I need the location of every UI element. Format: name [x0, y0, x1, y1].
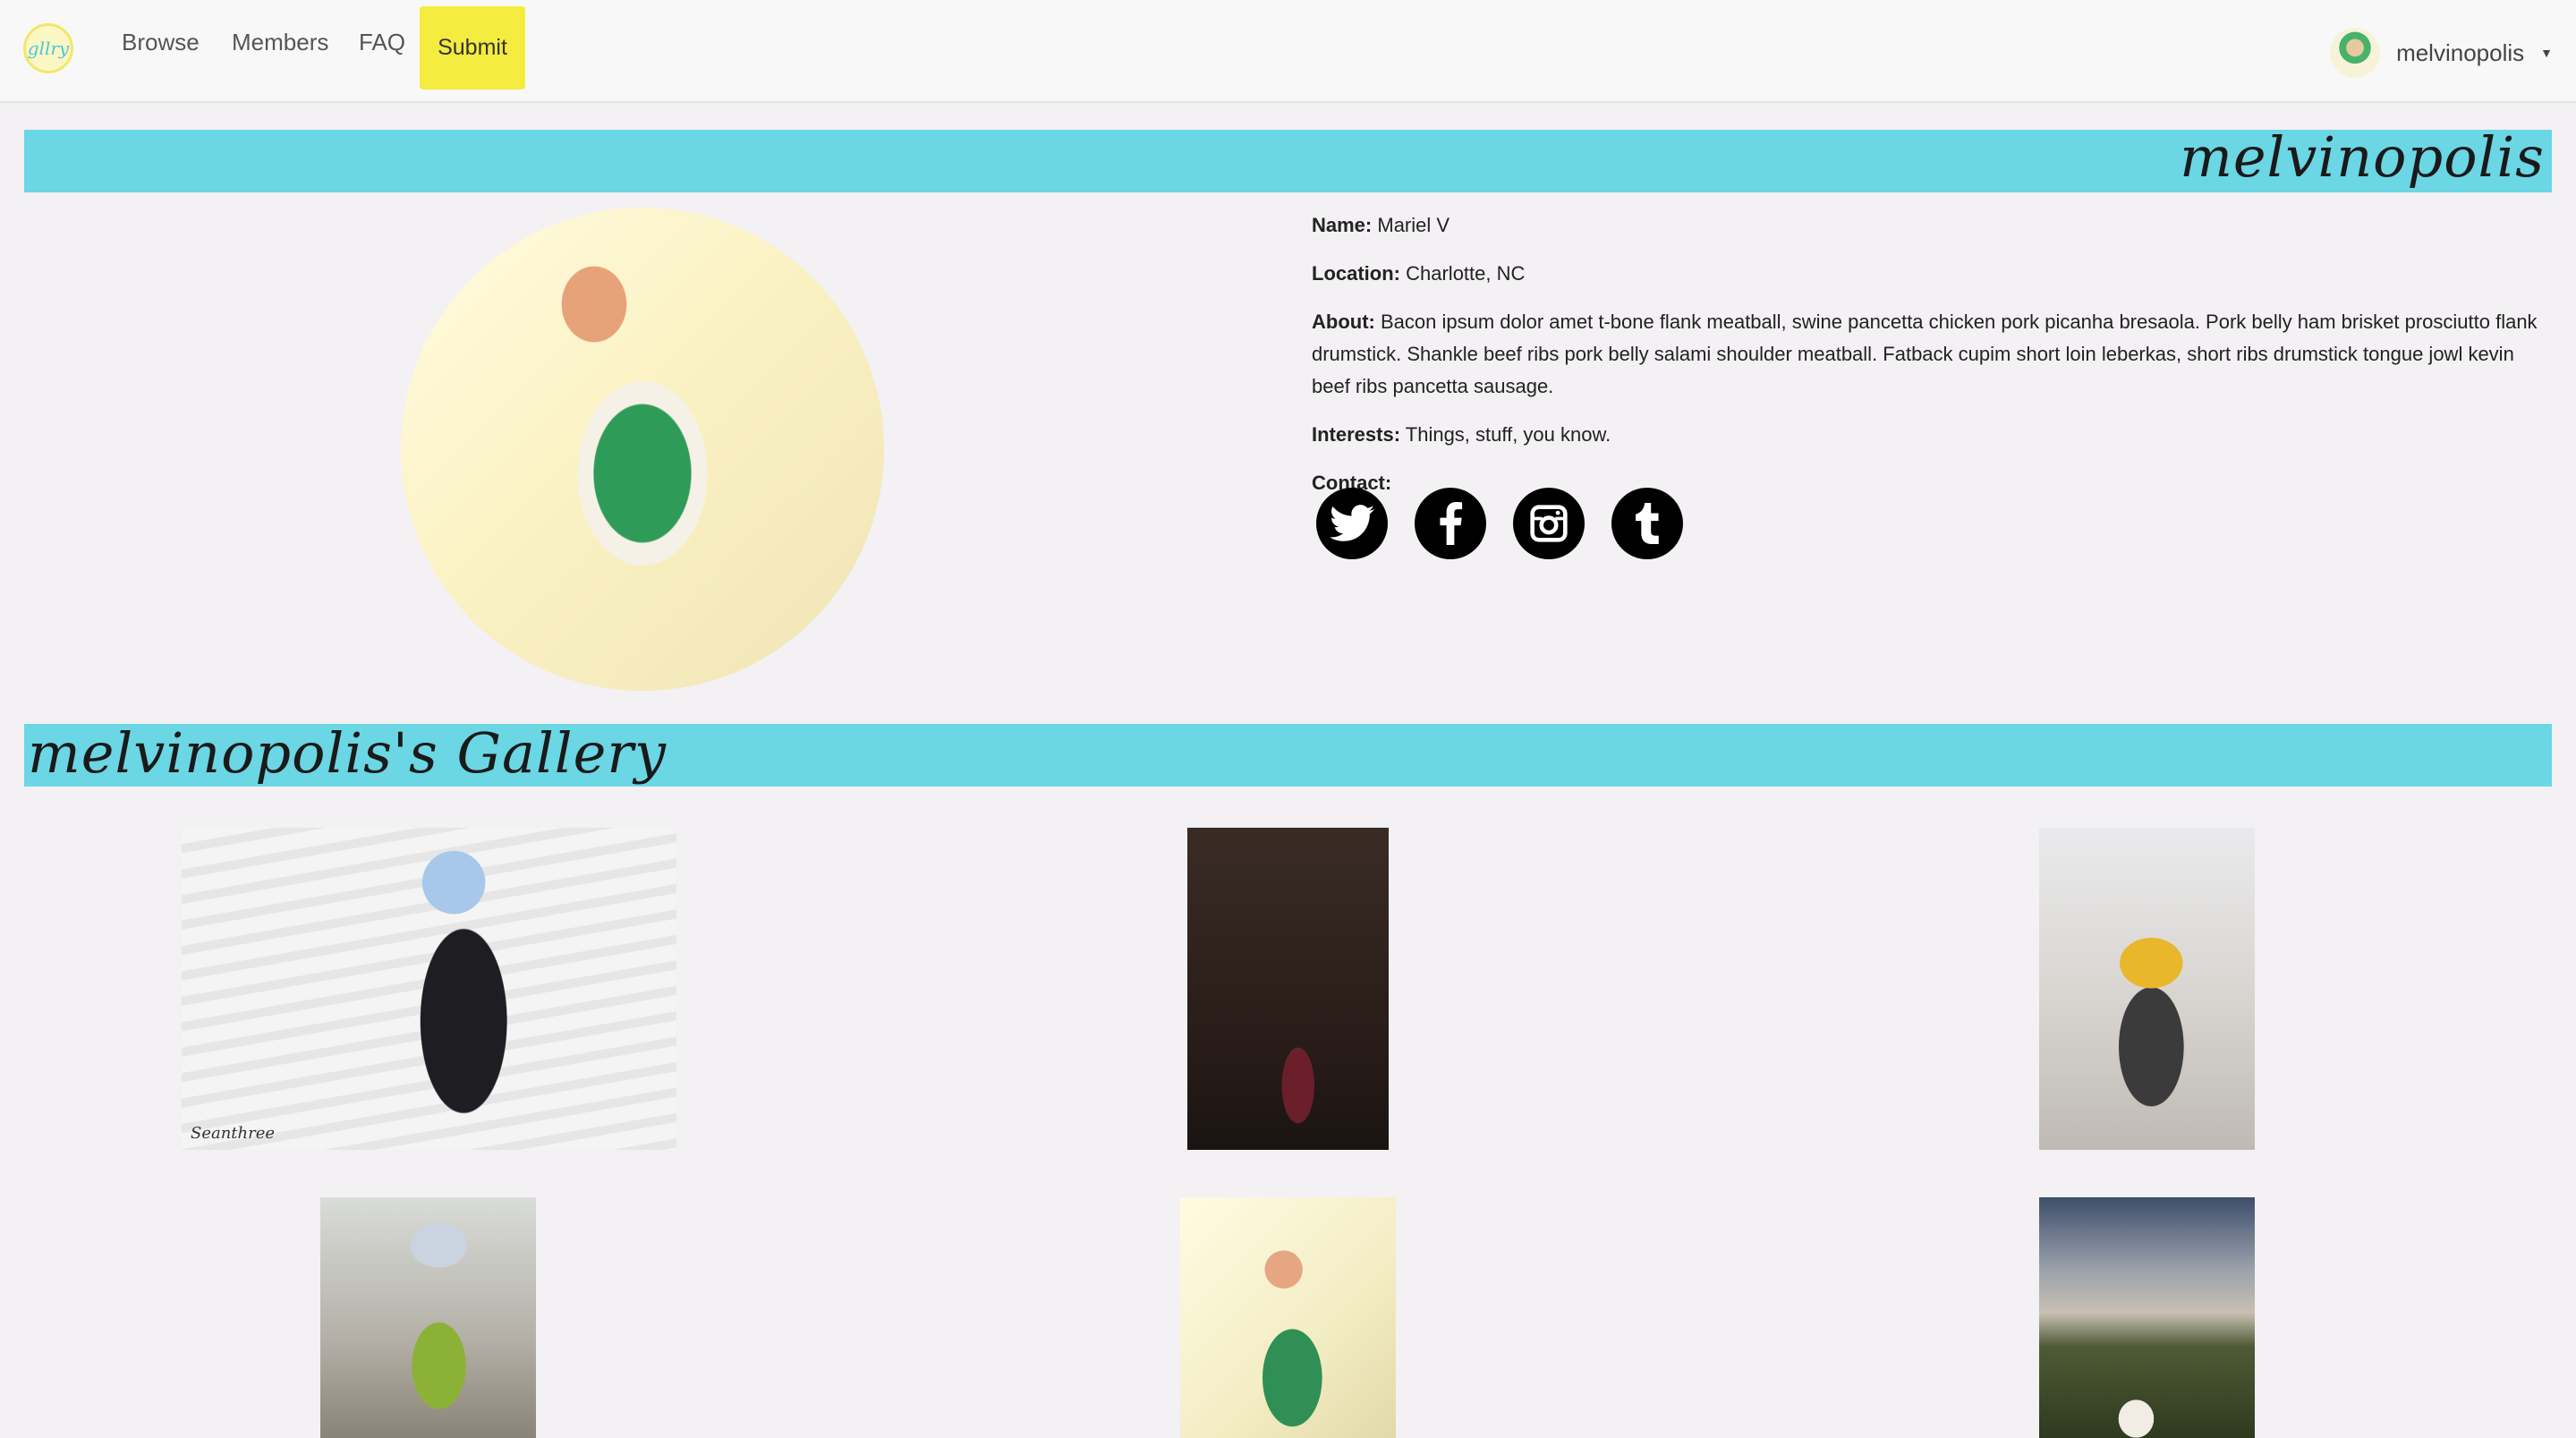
user-menu-dropdown[interactable]: melvinopolis ▼	[2330, 27, 2553, 79]
gallery-photo-3[interactable]	[2039, 828, 2255, 1150]
gallery-photo-4[interactable]	[320, 1197, 536, 1438]
interests-value: Things, stuff, you know.	[1405, 423, 1611, 446]
facebook-icon[interactable]	[1415, 488, 1486, 559]
user-name: melvinopolis	[2396, 38, 2525, 66]
caret-down-icon: ▼	[2540, 46, 2553, 60]
user-avatar	[2330, 28, 2381, 78]
location-row: Location: Charlotte, NC	[1312, 258, 2538, 290]
gallery-photo-1[interactable]: Seanthree	[182, 828, 676, 1150]
logo-text: gllry	[27, 38, 70, 59]
interests-label: Interests:	[1312, 423, 1401, 446]
submit-button-label: Submit	[438, 35, 507, 60]
gallery-banner-title: melvinopolis's Gallery	[28, 720, 667, 786]
tumblr-icon[interactable]	[1611, 488, 1683, 559]
about-value: Bacon ipsum dolor amet t-bone flank meat…	[1312, 311, 2538, 397]
gallery-photo-2[interactable]	[1187, 828, 1389, 1150]
top-navbar: gllry Browse Members FAQ Submit melvinop…	[0, 0, 2576, 103]
nav-browse-link[interactable]: Browse	[122, 29, 200, 56]
social-links	[1316, 488, 1683, 559]
profile-banner: melvinopolis	[24, 124, 2552, 192]
about-label: About:	[1312, 311, 1375, 333]
nav-faq-link[interactable]: FAQ	[359, 29, 405, 56]
gallery-photo-6[interactable]	[2039, 1197, 2255, 1438]
location-value: Charlotte, NC	[1406, 262, 1526, 285]
name-label: Name:	[1312, 214, 1373, 236]
profile-details: Name: Mariel V Location: Charlotte, NC A…	[1312, 209, 2538, 515]
photo-watermark: Seanthree	[191, 1124, 276, 1143]
gallery-banner: melvinopolis's Gallery	[24, 720, 2552, 787]
site-logo[interactable]: gllry	[23, 23, 73, 73]
nav-members-link[interactable]: Members	[232, 29, 328, 56]
about-row: About: Bacon ipsum dolor amet t-bone fla…	[1312, 306, 2538, 403]
location-label: Location:	[1312, 262, 1400, 285]
twitter-icon[interactable]	[1316, 488, 1388, 559]
name-row: Name: Mariel V	[1312, 209, 2538, 242]
submit-button[interactable]: Submit	[420, 6, 525, 89]
name-value: Mariel V	[1377, 214, 1450, 236]
profile-photo	[401, 208, 884, 691]
profile-banner-title: melvinopolis	[2180, 124, 2545, 190]
gallery-photo-5[interactable]	[1180, 1197, 1396, 1438]
instagram-icon[interactable]	[1513, 488, 1585, 559]
interests-row: Interests: Things, stuff, you know.	[1312, 419, 2538, 451]
